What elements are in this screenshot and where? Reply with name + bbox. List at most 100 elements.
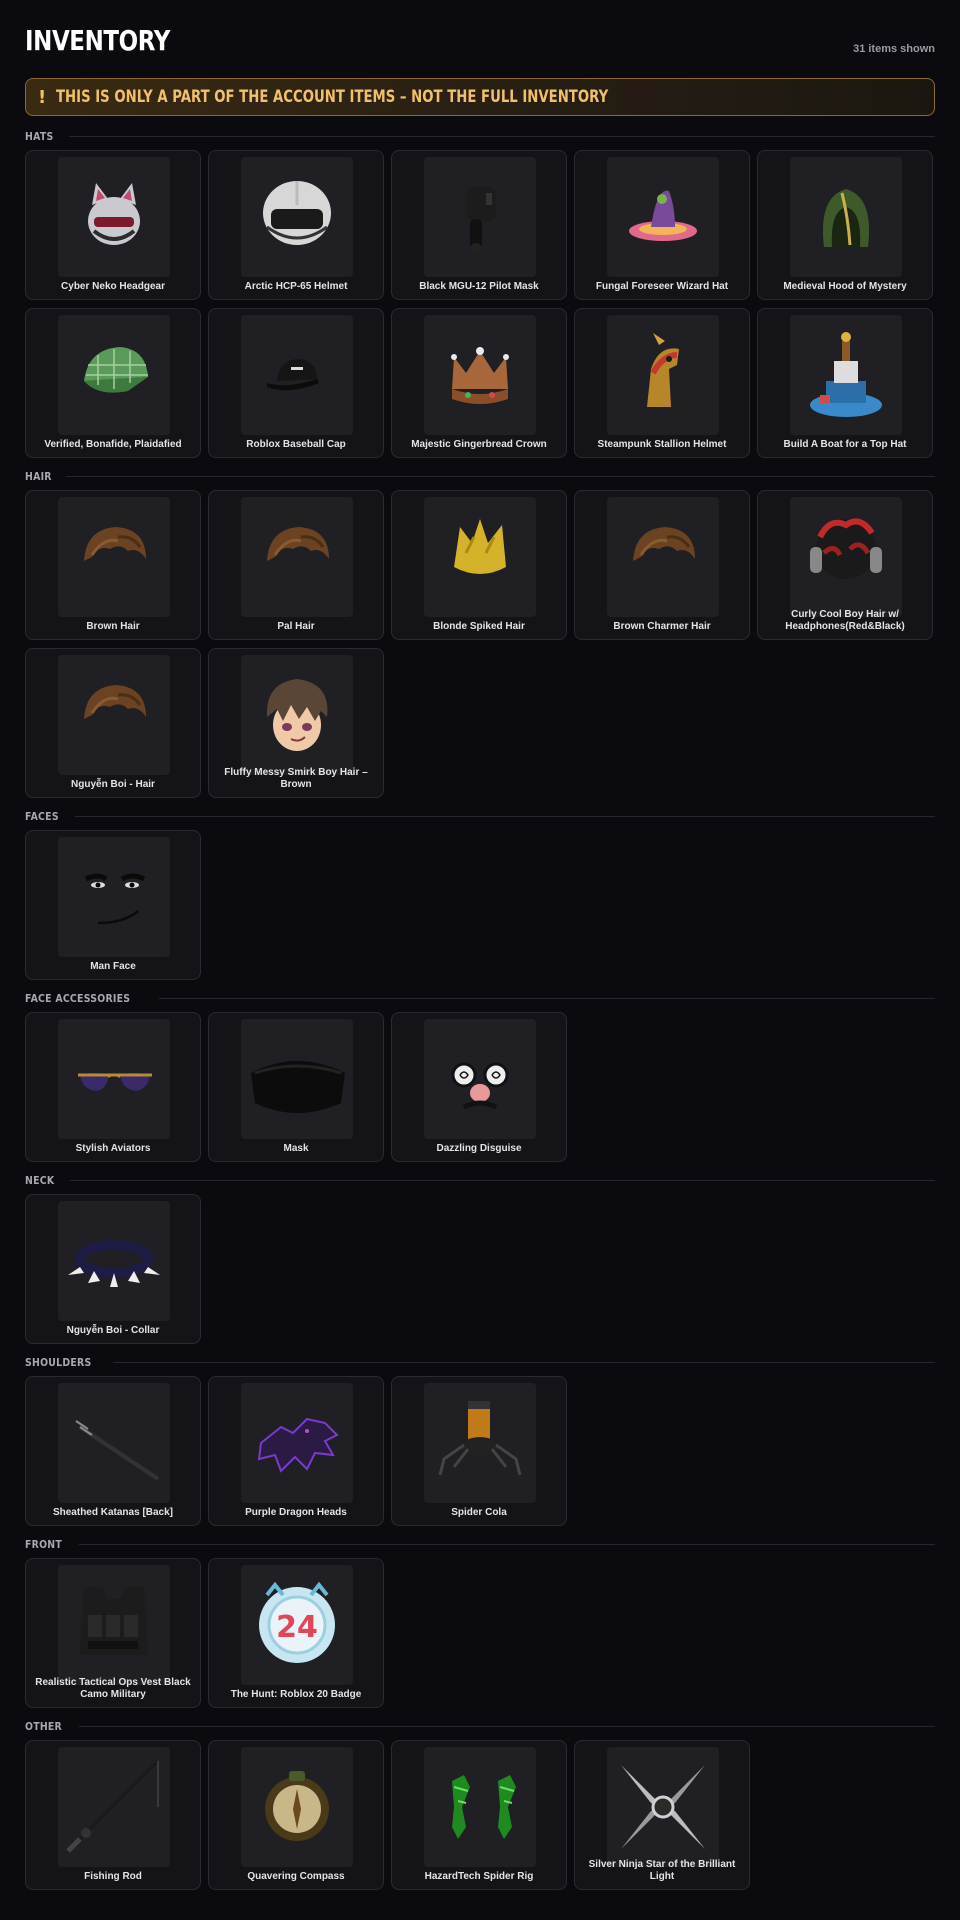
item-grid-shoulders: Sheathed Katanas [Back] Purple Dragon Hea… xyxy=(25,1376,935,1526)
item-card[interactable]: Majestic Gingerbread Crown xyxy=(391,308,567,458)
section-divider xyxy=(69,1179,935,1181)
item-name: Curly Cool Boy Hair w/ Headphones(Red&Bl… xyxy=(785,609,905,632)
item-card[interactable]: 24 The Hunt: Roblox 20 Badge xyxy=(208,1558,384,1708)
section-header-neck: NECK xyxy=(25,1172,935,1188)
inventory-sections: HATS Cyber Neko Headgear Arctic HCP-65 Hel… xyxy=(25,128,935,1890)
section-divider xyxy=(74,815,935,817)
page-title: INVENTORY xyxy=(25,23,170,57)
item-card[interactable]: Build A Boat for a Top Hat xyxy=(757,308,933,458)
warning-banner: ! THIS IS ONLY A PART OF THE ACCOUNT ITE… xyxy=(25,78,935,116)
item-name: Steampunk Stallion Helmet xyxy=(597,439,727,450)
section-label: FRONT xyxy=(25,1537,63,1551)
item-card[interactable]: Man Face xyxy=(25,830,201,980)
item-card[interactable]: Verified, Bonafide, Plaidafied xyxy=(25,308,201,458)
warning-icon: ! xyxy=(38,86,47,108)
svg-text:24: 24 xyxy=(276,1610,318,1645)
item-card[interactable]: Mask xyxy=(208,1012,384,1162)
item-card[interactable]: Fluffy Messy Smirk Boy Hair – Brown xyxy=(208,648,384,798)
item-name: Black MGU-12 Pilot Mask xyxy=(419,281,539,292)
item-name: Nguyễn Boi - Collar xyxy=(66,1325,160,1336)
item-grid-front: Realistic Tactical Ops Vest Black Camo M… xyxy=(25,1558,935,1708)
inventory-page: INVENTORY 31 items shown ! THIS IS ONLY … xyxy=(0,0,960,1890)
section-divider xyxy=(113,1361,935,1363)
item-name: Man Face xyxy=(90,961,136,972)
boat-hat-icon xyxy=(790,315,902,435)
section-header-faces: FACES xyxy=(25,808,935,824)
section-label: FACE ACCESSORIES xyxy=(25,991,131,1005)
item-card[interactable]: Dazzling Disguise xyxy=(391,1012,567,1162)
item-card[interactable]: Sheathed Katanas [Back] xyxy=(25,1376,201,1526)
section-label: SHOULDERS xyxy=(25,1355,92,1369)
item-card[interactable]: Pal Hair xyxy=(208,490,384,640)
section-label: OTHER xyxy=(25,1719,63,1733)
item-card[interactable]: Roblox Baseball Cap xyxy=(208,308,384,458)
section-header-hair: HAIR xyxy=(25,468,935,484)
katana-icon xyxy=(58,1383,170,1503)
item-name: The Hunt: Roblox 20 Badge xyxy=(230,1689,362,1700)
item-card[interactable]: Purple Dragon Heads xyxy=(208,1376,384,1526)
mask-icon xyxy=(241,1019,353,1139)
page-header: INVENTORY 31 items shown xyxy=(25,0,935,78)
tactical-vest-icon xyxy=(58,1565,170,1685)
section-label: NECK xyxy=(25,1173,55,1187)
item-card[interactable]: Steampunk Stallion Helmet xyxy=(574,308,750,458)
cat-helmet-icon xyxy=(58,157,170,277)
item-card[interactable]: Black MGU-12 Pilot Mask xyxy=(391,150,567,300)
item-card[interactable]: Realistic Tactical Ops Vest Black Camo M… xyxy=(25,1558,201,1708)
item-name: Mask xyxy=(283,1143,309,1154)
warning-text: THIS IS ONLY A PART OF THE ACCOUNT ITEMS… xyxy=(56,87,609,107)
item-card[interactable]: Medieval Hood of Mystery xyxy=(757,150,933,300)
wizard-hat-icon xyxy=(607,157,719,277)
item-name: Stylish Aviators xyxy=(75,1143,151,1154)
item-name: Dazzling Disguise xyxy=(436,1143,522,1154)
item-card[interactable]: Fungal Foreseer Wizard Hat xyxy=(574,150,750,300)
section-divider xyxy=(66,475,935,477)
item-card[interactable]: Nguyễn Boi - Collar xyxy=(25,1194,201,1344)
spiked-collar-icon xyxy=(58,1201,170,1321)
curly-hair-headphones-icon xyxy=(790,497,902,617)
item-name: Spider Cola xyxy=(451,1507,507,1518)
item-name: Brown Charmer Hair xyxy=(613,621,711,632)
head-with-hair-icon xyxy=(241,655,353,775)
item-name: Realistic Tactical Ops Vest Black Camo M… xyxy=(35,1677,191,1700)
item-card[interactable]: HazardTech Spider Rig xyxy=(391,1740,567,1890)
section-divider xyxy=(78,1543,935,1545)
section-divider xyxy=(158,997,935,999)
item-card[interactable]: Brown Charmer Hair xyxy=(574,490,750,640)
disguise-glasses-icon xyxy=(424,1019,536,1139)
spiked-hair-icon xyxy=(424,497,536,617)
section-label: FACES xyxy=(25,809,59,823)
item-card[interactable]: Fishing Rod xyxy=(25,1740,201,1890)
item-card[interactable]: Brown Hair xyxy=(25,490,201,640)
pilot-mask-icon xyxy=(424,157,536,277)
plaid-cap-icon xyxy=(58,315,170,435)
item-card[interactable]: Cyber Neko Headgear xyxy=(25,150,201,300)
spider-rig-icon xyxy=(424,1747,536,1867)
item-card[interactable]: Nguyễn Boi - Hair xyxy=(25,648,201,798)
item-card[interactable]: Spider Cola xyxy=(391,1376,567,1526)
item-name: Fluffy Messy Smirk Boy Hair – Brown xyxy=(224,767,368,790)
item-name: Majestic Gingerbread Crown xyxy=(411,439,547,450)
item-name: Silver Ninja Star of the Brilliant Light xyxy=(588,1859,736,1882)
ninja-star-icon xyxy=(607,1747,719,1867)
item-card[interactable]: Quavering Compass xyxy=(208,1740,384,1890)
item-name: Brown Hair xyxy=(86,621,140,632)
section-divider xyxy=(78,1725,935,1727)
section-header-other: OTHER xyxy=(25,1718,935,1734)
item-name: Blonde Spiked Hair xyxy=(433,621,525,632)
item-name: Build A Boat for a Top Hat xyxy=(783,439,907,450)
hair-icon xyxy=(241,497,353,617)
item-card[interactable]: Blonde Spiked Hair xyxy=(391,490,567,640)
section-divider xyxy=(68,135,935,137)
section-label: HATS xyxy=(25,129,54,143)
badge-icon: 24 xyxy=(241,1565,353,1685)
item-card[interactable]: Curly Cool Boy Hair w/ Headphones(Red&Bl… xyxy=(757,490,933,640)
pilot-helmet-icon xyxy=(241,157,353,277)
item-card[interactable]: Silver Ninja Star of the Brilliant Light xyxy=(574,1740,750,1890)
item-grid-face-accessories: Stylish Aviators Mask Dazzling Disguise xyxy=(25,1012,935,1162)
item-card[interactable]: Stylish Aviators xyxy=(25,1012,201,1162)
item-card[interactable]: Arctic HCP-65 Helmet xyxy=(208,150,384,300)
item-grid-neck: Nguyễn Boi - Collar xyxy=(25,1194,935,1344)
spider-cola-icon xyxy=(424,1383,536,1503)
section-label: HAIR xyxy=(25,469,52,483)
